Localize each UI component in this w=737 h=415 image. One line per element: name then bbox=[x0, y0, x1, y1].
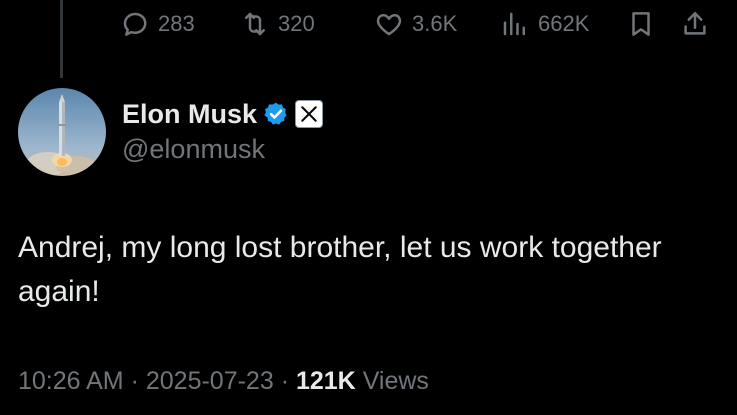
thread-connector-line bbox=[60, 0, 63, 78]
reply-icon bbox=[123, 12, 147, 36]
avatar[interactable] bbox=[18, 88, 106, 176]
tweet-meta: 10:26 AM · 2025-07-23 · 121K Views bbox=[18, 367, 429, 396]
like-icon bbox=[376, 14, 402, 36]
like-button[interactable]: 3.6K bbox=[374, 4, 457, 44]
reply-button[interactable]: 283 bbox=[120, 4, 195, 44]
views-icon bbox=[503, 12, 525, 36]
tweet-text: Andrej, my long lost brother, let us wor… bbox=[18, 231, 662, 308]
bookmark-button[interactable] bbox=[626, 4, 656, 44]
views-count-action: 662K bbox=[538, 11, 590, 36]
share-button[interactable] bbox=[680, 4, 710, 44]
author-name-row: Elon Musk bbox=[122, 96, 324, 132]
meta-separator: · bbox=[273, 367, 296, 395]
action-bar: 283 320 3.6K 662K bbox=[120, 4, 720, 44]
reply-count: 283 bbox=[158, 11, 195, 36]
affiliate-badge[interactable] bbox=[295, 100, 324, 128]
x-logo-icon bbox=[301, 106, 317, 122]
like-count: 3.6K bbox=[412, 11, 458, 36]
verified-badge-icon[interactable] bbox=[263, 101, 289, 127]
views-button[interactable]: 662K bbox=[500, 4, 589, 44]
bookmark-icon bbox=[632, 12, 650, 36]
tweet-date[interactable]: 2025-07-23 bbox=[146, 367, 274, 395]
repost-count: 320 bbox=[278, 11, 315, 36]
repost-button[interactable]: 320 bbox=[240, 4, 315, 44]
avatar-rocket-image bbox=[18, 88, 106, 176]
views-label: Views bbox=[362, 367, 429, 395]
repost-icon bbox=[245, 12, 265, 36]
views-count: 121K bbox=[295, 367, 356, 395]
author-display-name[interactable]: Elon Musk bbox=[122, 99, 257, 130]
tweet-time[interactable]: 10:26 AM bbox=[18, 367, 124, 395]
author-handle[interactable]: @elonmusk bbox=[122, 134, 265, 165]
meta-separator: · bbox=[123, 367, 146, 395]
share-icon bbox=[684, 12, 706, 35]
